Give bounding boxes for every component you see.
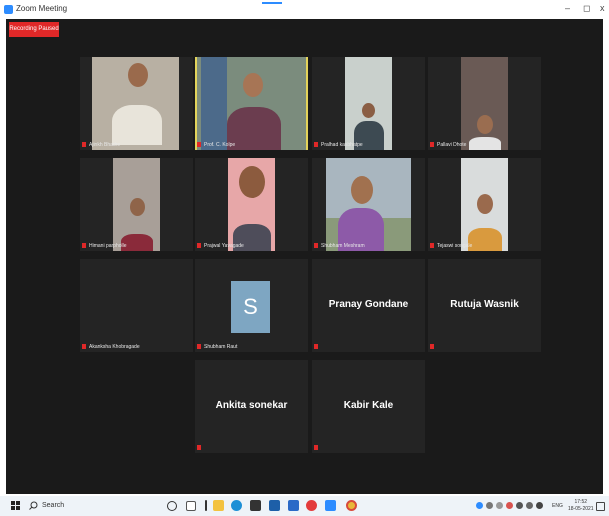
mic-muted-icon [314,243,318,248]
participant-video [113,158,160,251]
maximize-button[interactable]: ◻ [583,4,590,13]
participant-display-name: Rutuja Wasnik [450,299,519,310]
taskbar-divider [205,500,207,511]
participant-tile[interactable]: Pallavi Dhote [428,57,541,150]
participant-tile[interactable]: Rutuja Wasnik [428,259,541,352]
title-progress-strip [262,2,282,4]
recording-status-badge[interactable]: Recording Paused [9,22,59,37]
participant-tile[interactable]: Kabir Kale [312,360,425,453]
mic-muted-icon [197,142,201,147]
mic-muted-icon [197,344,201,349]
participant-video [461,57,508,150]
mic-muted-icon [314,445,318,450]
mic-muted-icon [197,243,201,248]
start-icon[interactable] [11,501,20,510]
clock-date: 18-05-2021 [568,506,594,512]
participant-video [92,57,179,150]
participant-display-name: Pranay Gondane [328,299,409,310]
chrome-icon[interactable] [346,500,357,511]
network-tray-icon[interactable] [496,502,503,509]
minimize-button[interactable]: – [565,4,570,13]
close-button[interactable]: x [600,4,605,13]
participant-tile[interactable]: Tejaswi songale [428,158,541,251]
participant-tile[interactable]: Akanksha Khobragade [80,259,193,352]
task-view-icon[interactable] [186,501,196,511]
participant-display-name: Kabir Kale [343,400,394,411]
edge-icon[interactable] [231,500,242,511]
windows-taskbar: Search ENG 17:52 18-05-2021 [0,496,609,516]
participant-name: Ajinkh Bhadre [89,142,121,148]
show-hidden-icons[interactable] [486,502,493,509]
participant-video [197,57,306,150]
participant-video [228,158,275,251]
participant-tile[interactable]: Himani parpholle [80,158,193,251]
wifi-tray-icon[interactable] [526,502,533,509]
mail-icon[interactable] [269,500,280,511]
mic-muted-icon [430,344,434,349]
mic-muted-icon [430,243,434,248]
participant-name: Shubham Raut [204,344,238,350]
participant-tile[interactable]: Pralhad kasbhatpe [312,57,425,150]
participant-name: Shubham Meshram [321,243,365,249]
participant-name: Pralhad kasbhatpe [321,142,363,148]
zoom-tray-icon[interactable] [476,502,483,509]
zoom-app-icon [4,5,13,14]
file-explorer-icon[interactable] [213,500,224,511]
participant-tile[interactable]: Ankita sonekar [195,360,308,453]
cortana-icon[interactable] [167,501,177,511]
window-title: Zoom Meeting [16,4,68,13]
battery-tray-icon[interactable] [516,502,523,509]
participant-tile[interactable]: Shubham Meshram [312,158,425,251]
dropbox-icon[interactable] [250,500,261,511]
opera-icon[interactable] [306,500,317,511]
participant-tile[interactable]: Prajwal Yavagade [195,158,308,251]
participant-tile-active-speaker[interactable]: Prof. C. Kolpe [195,57,308,150]
mic-muted-icon [82,344,86,349]
antivirus-tray-icon[interactable] [506,502,513,509]
volume-tray-icon[interactable] [536,502,543,509]
participant-name: Akanksha Khobragade [89,344,140,350]
participant-video [326,158,411,251]
mic-muted-icon [197,445,201,450]
mic-muted-icon [82,243,86,248]
participant-tile[interactable]: S Shubham Raut [195,259,308,352]
participant-video [461,158,508,251]
taskbar-search-box[interactable]: Search [42,502,64,509]
mic-muted-icon [82,142,86,147]
participant-video [345,57,392,150]
system-clock[interactable]: 17:52 18-05-2021 [568,499,594,513]
notifications-icon[interactable] [596,502,605,511]
word-icon[interactable] [288,500,299,511]
clock-time: 17:52 [574,499,588,505]
title-bar: Zoom Meeting – ◻ x [0,0,609,19]
mic-muted-icon [314,344,318,349]
search-icon[interactable] [29,501,38,510]
mic-muted-icon [314,142,318,147]
participant-name: Himani parpholle [89,243,127,249]
participant-name: Prof. C. Kolpe [204,142,236,148]
participant-name: Prajwal Yavagade [204,243,244,249]
participant-name: Pallavi Dhote [437,142,467,148]
mic-muted-icon [430,142,434,147]
participant-avatar: S [231,281,270,333]
zoom-icon[interactable] [325,500,336,511]
participant-name: Tejaswi songale [437,243,473,249]
participant-tile[interactable]: Pranay Gondane [312,259,425,352]
participant-tile[interactable]: Ajinkh Bhadre [80,57,193,150]
language-indicator[interactable]: ENG [552,503,563,509]
participant-display-name: Ankita sonekar [215,400,288,411]
